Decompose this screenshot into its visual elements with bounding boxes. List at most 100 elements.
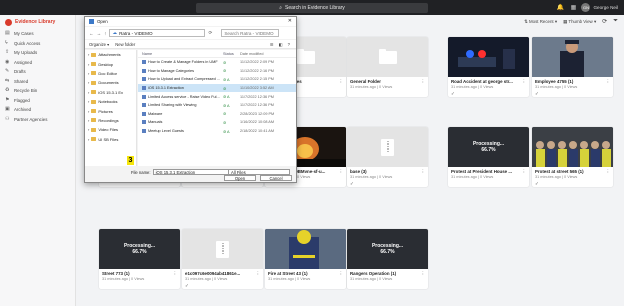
tree-item[interactable]: › iOS 15.3.1 Ex <box>85 88 136 97</box>
file-row[interactable]: Meetup Level Guests ⊘ A 2/18/2022 10:41 AM <box>138 127 296 136</box>
sidebar-item[interactable]: ▣ Archived <box>0 105 75 115</box>
more-options-icon[interactable]: ⋮ <box>421 79 425 85</box>
refresh-icon[interactable]: ⟳ <box>602 18 607 25</box>
more-options-icon[interactable]: ⋮ <box>522 79 526 85</box>
card-title[interactable]: Protest at street 565 (1) <box>535 169 610 174</box>
card-thumbnail[interactable] <box>265 229 346 269</box>
more-options-icon[interactable]: ⋮ <box>421 169 425 175</box>
card-thumbnail[interactable]: Processing... 66.7% <box>99 229 180 269</box>
card-title[interactable]: Road Accident at george str... <box>451 79 526 84</box>
forward-icon[interactable]: → <box>97 31 102 36</box>
organize-button[interactable]: Organize ▾ <box>89 42 109 47</box>
sidebar-item[interactable]: ⚇ Partner Agencies <box>0 115 75 125</box>
chevron-right-icon[interactable]: › <box>88 137 89 142</box>
card-title[interactable]: Street 773 (1) <box>102 271 177 276</box>
address-bar[interactable]: ☁ Ratra - VIDEMO <box>109 29 206 37</box>
chevron-right-icon[interactable]: › <box>88 118 89 123</box>
brand[interactable]: Evidence Library <box>0 15 75 29</box>
file-row[interactable]: How to Manage Categories ⊘ 11/12/2022 2:16… <box>138 67 296 76</box>
chevron-right-icon[interactable]: › <box>88 99 89 104</box>
card-thumbnail[interactable] <box>347 127 428 167</box>
file-row[interactable]: Malware ⊘ 2/28/2023 12:09 PM <box>138 110 296 119</box>
sort-dropdown[interactable]: ⇅ Most Recent ▾ <box>524 19 557 25</box>
card-title[interactable]: Rangers Operation (1) <box>350 271 425 276</box>
dialog-search-input[interactable]: Search Ratra - VIDEMO <box>221 29 280 37</box>
card-thumbnail[interactable] <box>532 37 613 77</box>
chevron-right-icon[interactable]: › <box>88 62 89 67</box>
tree-item[interactable]: › Desktop <box>85 59 136 68</box>
card-thumbnail[interactable] <box>182 229 263 269</box>
help-icon[interactable]: ? <box>288 42 290 47</box>
avatar[interactable]: GN <box>581 2 591 12</box>
file-row[interactable]: iOS 15.3.1 Extraction ⊘ 11/10/2022 3:52 AM <box>138 83 296 93</box>
file-row[interactable]: Limited Access service - Raise Video Ful… <box>138 92 296 101</box>
back-icon[interactable]: ← <box>89 31 94 36</box>
chevron-right-icon[interactable]: › <box>88 52 89 57</box>
card-thumbnail[interactable] <box>448 37 529 77</box>
close-icon[interactable]: ✕ <box>288 18 292 24</box>
sidebar-item[interactable]: ⇆ Shared <box>0 77 75 87</box>
more-options-icon[interactable]: ⋮ <box>339 79 343 85</box>
card-title[interactable]: General Folder <box>350 79 425 84</box>
more-options-icon[interactable]: ⋮ <box>173 271 177 277</box>
file-row[interactable]: Limited Sharing with Viewing ⊘ A 11/7/2022… <box>138 101 296 110</box>
evidence-card[interactable]: General Folder 31 minutes ago | 0 Views ⋮ <box>347 37 428 97</box>
tree-item[interactable]: › Attachments <box>85 50 136 59</box>
open-button[interactable]: Open <box>224 175 256 181</box>
file-row[interactable]: Manuals ⊘ 1/16/2022 10:08 AM <box>138 118 296 127</box>
evidence-card[interactable]: Processing... 66.7% Rangers Operation (1) 3… <box>347 229 428 289</box>
card-title[interactable]: e1c097c6e0094ab41861e... <box>185 271 260 276</box>
evidence-card[interactable]: Fire at Street 43 (1) 31 minutes ago | 0 … <box>265 229 346 289</box>
more-options-icon[interactable]: ⋮ <box>421 271 425 277</box>
more-options-icon[interactable]: ⋮ <box>339 271 343 277</box>
evidence-card[interactable]: e1c097c6e0094ab41861e... 31 minutes ago |… <box>182 229 263 289</box>
evidence-card[interactable]: Road Accident at george str... 31 minutes… <box>448 37 529 97</box>
sidebar-item[interactable]: ♻ Recycle Bin <box>0 86 75 96</box>
sidebar-item[interactable]: ⚑ Flagged <box>0 96 75 106</box>
card-title[interactable]: Fire at Street 43 (1) <box>268 271 343 276</box>
column-status[interactable]: Status <box>221 52 240 56</box>
card-thumbnail[interactable] <box>347 37 428 77</box>
tree-item[interactable]: › Documents <box>85 78 136 87</box>
chevron-right-icon[interactable]: › <box>88 71 89 76</box>
card-thumbnail[interactable]: Processing... 66.7% <box>448 127 529 167</box>
refresh-icon[interactable]: ⟳ <box>208 30 212 36</box>
tree-item[interactable]: › Recordings <box>85 116 136 125</box>
card-title[interactable]: Protest at President House ... <box>451 169 526 174</box>
tree-item[interactable]: › Pictures <box>85 106 136 115</box>
card-title[interactable]: base (3) <box>350 169 425 174</box>
chevron-right-icon[interactable]: › <box>88 127 89 132</box>
column-date[interactable]: Date modified <box>240 52 296 56</box>
sidebar-item[interactable]: ✎ Drafts <box>0 67 75 77</box>
tree-item[interactable]: › Notebooks <box>85 97 136 106</box>
up-icon[interactable]: ↑ <box>104 31 106 36</box>
more-options-icon[interactable]: ⋮ <box>606 169 610 175</box>
evidence-card[interactable]: Employee 4755 (1) 31 minutes ago | 0 View… <box>532 37 613 97</box>
new-folder-button[interactable]: New folder <box>115 42 135 47</box>
file-row[interactable]: How to Create & Manage Folders in UMF ⊘ 11… <box>138 58 296 67</box>
column-name[interactable]: Name <box>138 52 221 56</box>
chevron-right-icon[interactable]: › <box>88 109 89 114</box>
card-title[interactable]: Employee 4755 (1) <box>535 79 610 84</box>
evidence-card[interactable]: Processing... 66.7% Street 773 (1) 31 minut… <box>99 229 180 289</box>
filter-icon[interactable]: ⏷ <box>613 18 618 25</box>
evidence-card[interactable]: base (3) 31 minutes ago | 0 Views ⋮ ✓ <box>347 127 428 187</box>
tree-item[interactable]: › Video Files <box>85 125 136 134</box>
global-search[interactable]: ⌕ Search in Evidence Library <box>196 3 428 13</box>
more-options-icon[interactable]: ⋮ <box>339 169 343 175</box>
grid-icon[interactable]: ▦ <box>568 2 578 12</box>
cancel-button[interactable]: Cancel <box>260 175 292 181</box>
evidence-card[interactable]: Processing... 66.7% Protest at President H… <box>448 127 529 187</box>
tree-item[interactable]: › UI SB Files <box>85 135 136 144</box>
notification-icon[interactable]: 🔔 <box>555 2 565 12</box>
chevron-right-icon[interactable]: › <box>88 90 89 95</box>
card-thumbnail[interactable]: Processing... 66.7% <box>347 229 428 269</box>
card-thumbnail[interactable] <box>532 127 613 167</box>
evidence-card[interactable]: Protest at street 565 (1) 31 minutes ago … <box>532 127 613 187</box>
more-options-icon[interactable]: ⋮ <box>606 79 610 85</box>
file-row[interactable]: How to Upload and Extract Compressed ...… <box>138 75 296 84</box>
sidebar-item[interactable]: ◉ Assigned <box>0 58 75 68</box>
view-dropdown[interactable]: ▦ Thumb View ▾ <box>563 19 596 25</box>
sidebar-item[interactable]: ▤ My Cases <box>0 29 75 39</box>
sidebar-item[interactable]: ϟ Quick Access <box>0 39 75 49</box>
